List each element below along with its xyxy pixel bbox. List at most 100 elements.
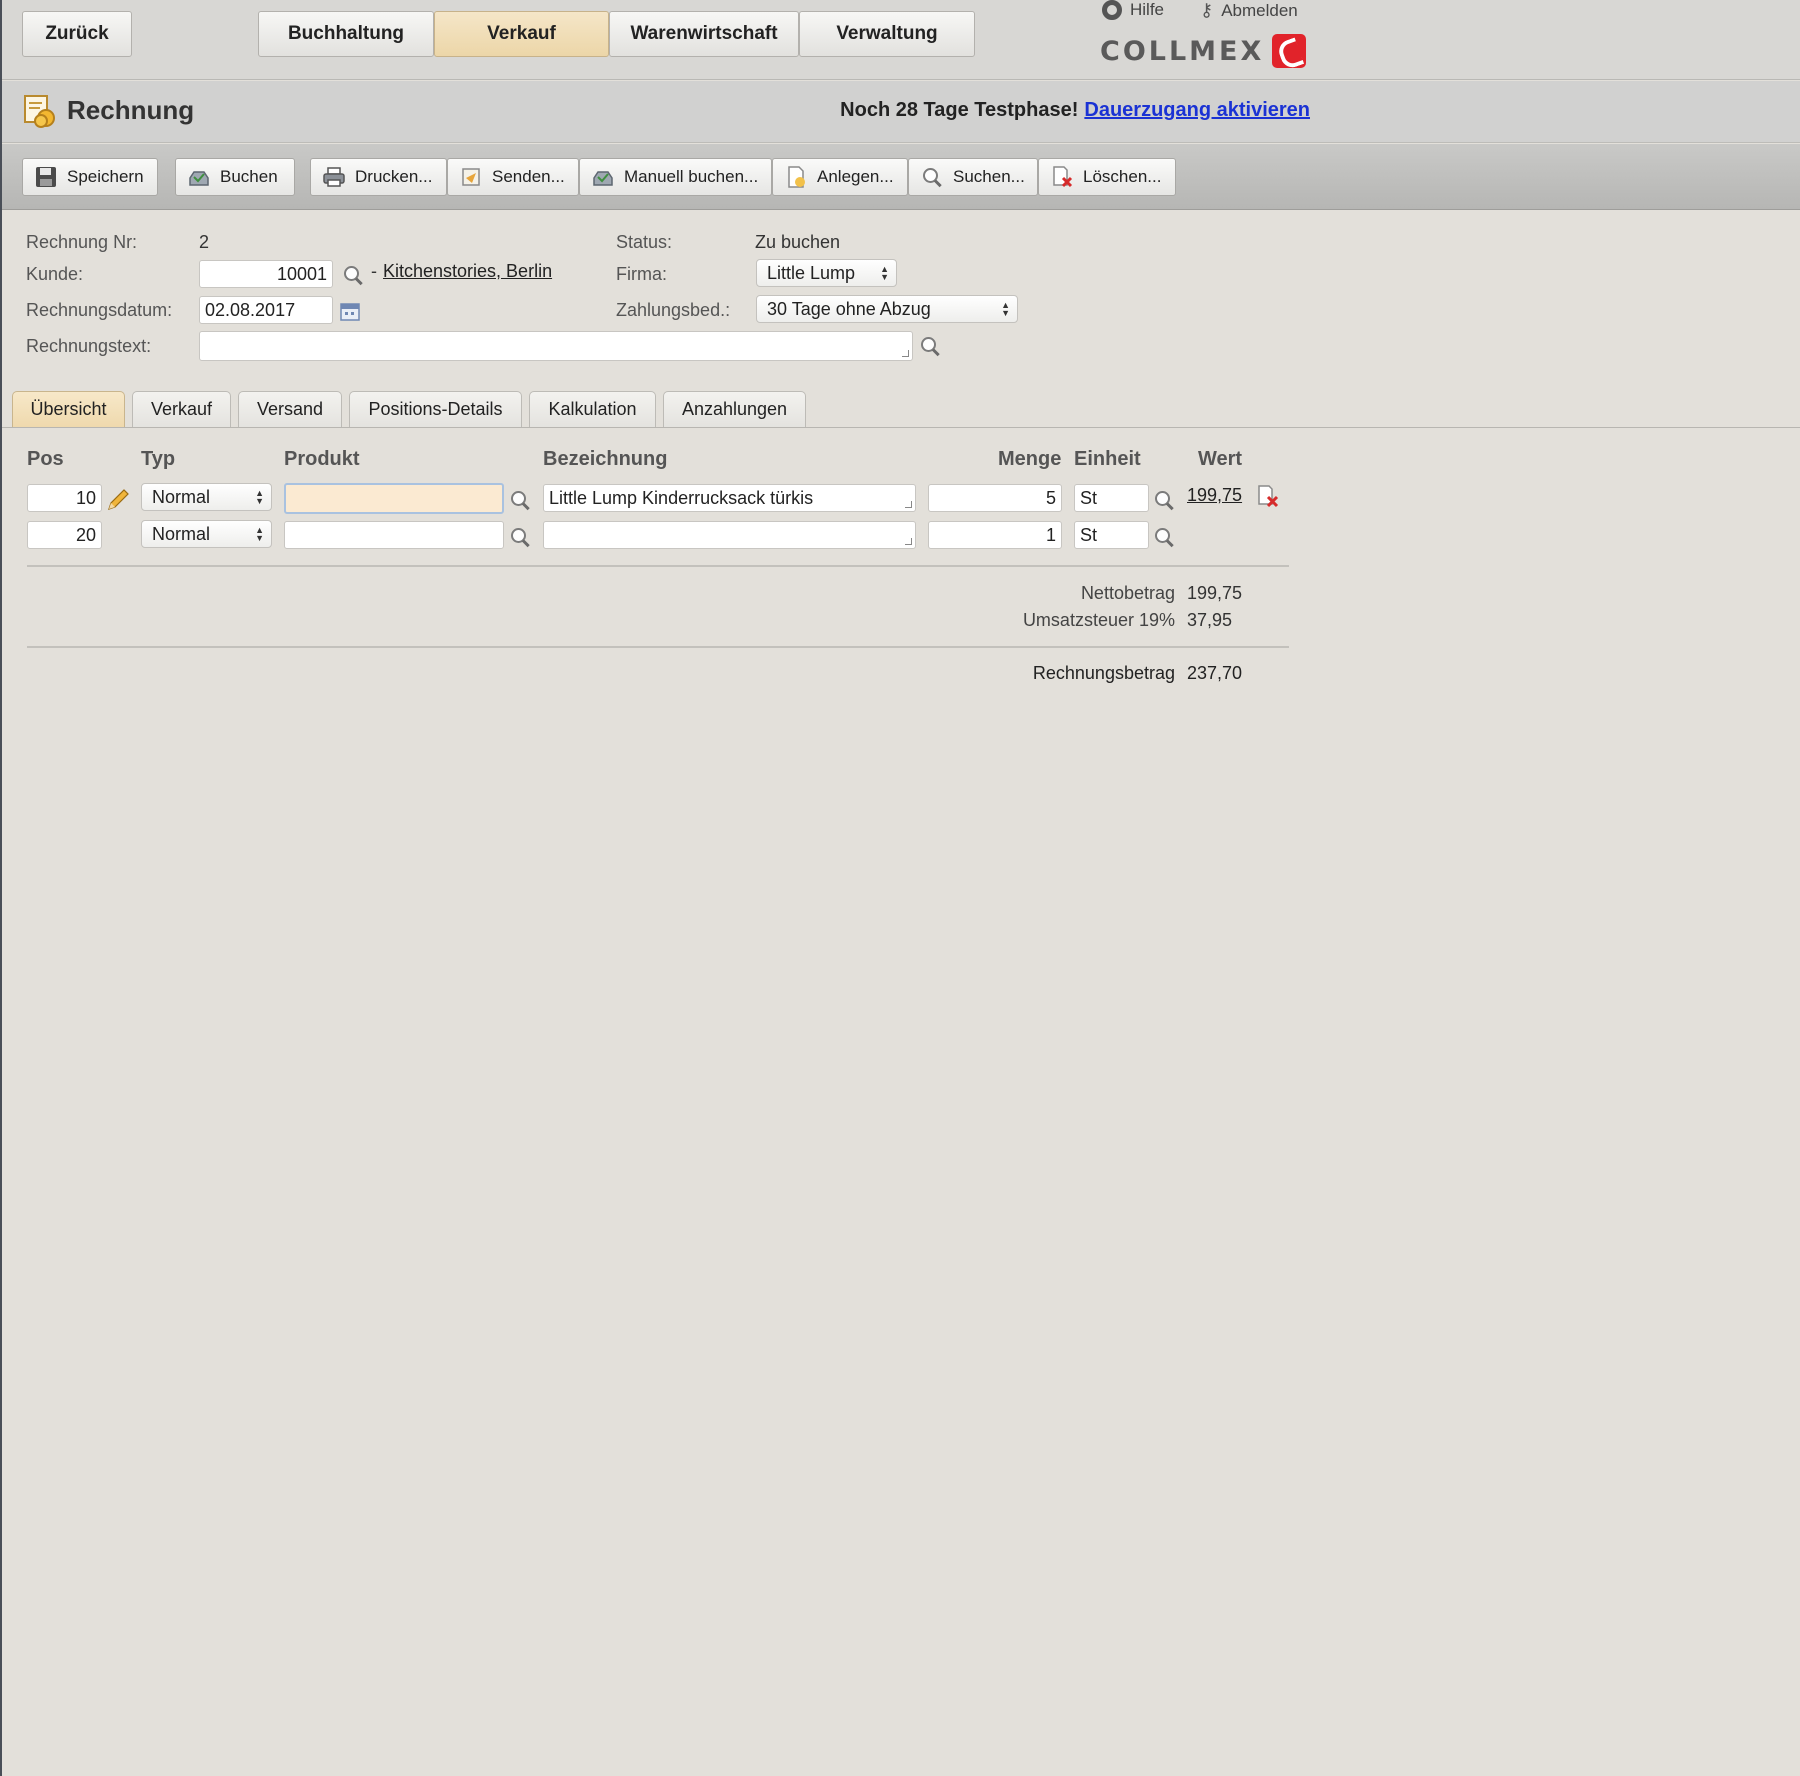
action-toolbar: Speichern Buchen Drucken... Senden... Ma… xyxy=(2,144,1800,210)
tab-kalkulation[interactable]: Kalkulation xyxy=(529,391,656,427)
book-button[interactable]: Buchen xyxy=(175,158,295,196)
manual-book-label: Manuell buchen... xyxy=(624,167,759,186)
row-value-link[interactable]: 199,75 xyxy=(1187,485,1242,506)
tab-anzahlungen[interactable]: Anzahlungen xyxy=(663,391,806,427)
status-label: Status: xyxy=(616,232,673,252)
invoice-text-input[interactable] xyxy=(199,331,913,361)
edit-pencil-icon[interactable] xyxy=(105,487,131,513)
invoice-total-value: 237,70 xyxy=(1187,663,1243,683)
search-icon xyxy=(921,166,943,188)
select-arrows-icon: ▲ ▼ xyxy=(255,525,264,543)
company-label: Firma: xyxy=(616,264,667,284)
print-button[interactable]: Drucken... xyxy=(310,158,447,196)
unit-search-icon[interactable] xyxy=(1153,489,1177,513)
type-select[interactable]: Normal ▲ ▼ xyxy=(141,483,272,511)
description-input[interactable]: Little Lump Kinderrucksack türkis xyxy=(543,484,916,512)
delete-label: Löschen... xyxy=(1083,167,1162,186)
quantity-input[interactable]: 1 xyxy=(928,521,1062,549)
type-select-value: Normal xyxy=(152,524,211,544)
collmex-logo: COLLMEX xyxy=(1100,32,1310,70)
position-input[interactable]: 20 xyxy=(27,521,102,549)
create-button[interactable]: Anlegen... xyxy=(772,158,908,196)
payment-terms-label: Zahlungsbed.: xyxy=(616,300,731,320)
print-label: Drucken... xyxy=(355,167,433,186)
back-button[interactable]: Zurück xyxy=(22,11,132,57)
invoice-text-label: Rechnungstext: xyxy=(26,336,152,356)
search-button[interactable]: Suchen... xyxy=(908,158,1038,196)
product-search-icon[interactable] xyxy=(509,526,533,550)
top-navigation-bar: Zurück Buchhaltung Verkauf Warenwirtscha… xyxy=(2,0,1800,80)
column-header-type: Typ xyxy=(141,448,176,470)
company-select-value: Little Lump xyxy=(767,263,856,283)
logout-label: Abmelden xyxy=(1221,0,1298,20)
net-amount-value: 199,75 xyxy=(1187,583,1243,603)
column-header-pos: Pos xyxy=(27,448,64,470)
divider xyxy=(27,565,1289,567)
type-select[interactable]: Normal ▲ ▼ xyxy=(141,520,272,548)
type-select-value: Normal xyxy=(152,487,211,507)
title-bar: Rechnung Noch 28 Tage Testphase! Dauerzug… xyxy=(2,81,1800,143)
invoice-date-input[interactable]: 02.08.2017 xyxy=(199,296,333,324)
quantity-input[interactable]: 5 xyxy=(928,484,1062,512)
payment-terms-select[interactable]: 30 Tage ohne Abzug ▲ ▼ xyxy=(756,295,1018,323)
select-arrows-icon: ▲ ▼ xyxy=(1001,300,1010,318)
net-amount-label: Nettobetrag xyxy=(1080,583,1175,603)
description-input[interactable] xyxy=(543,521,916,549)
customer-separator: - xyxy=(371,261,377,281)
send-button[interactable]: Senden... xyxy=(447,158,579,196)
description-value: Little Lump Kinderrucksack türkis xyxy=(549,488,814,508)
column-header-description: Bezeichnung xyxy=(543,448,668,470)
send-label: Senden... xyxy=(492,167,565,186)
activate-license-link[interactable]: Dauerzugang aktivieren xyxy=(1084,99,1310,121)
invoice-text-search-icon[interactable] xyxy=(919,335,943,359)
customer-search-icon[interactable] xyxy=(342,264,366,288)
position-input[interactable]: 10 xyxy=(27,484,102,512)
manual-book-button[interactable]: Manuell buchen... xyxy=(579,158,772,196)
product-input[interactable] xyxy=(284,521,504,549)
book-label: Buchen xyxy=(220,167,278,186)
page-title: Rechnung xyxy=(67,95,195,125)
product-input[interactable] xyxy=(284,483,504,514)
column-header-unit: Einheit xyxy=(1074,448,1141,470)
search-label: Suchen... xyxy=(953,167,1025,186)
column-header-product: Produkt xyxy=(284,448,360,470)
logout-link[interactable]: ⚷ Abmelden xyxy=(1200,0,1298,21)
company-select[interactable]: Little Lump ▲ ▼ xyxy=(756,259,897,287)
unit-input[interactable]: St xyxy=(1074,484,1149,512)
unit-input[interactable]: St xyxy=(1074,521,1149,549)
nav-tab-verkauf[interactable]: Verkauf xyxy=(434,11,609,57)
calendar-icon[interactable] xyxy=(339,300,361,322)
divider xyxy=(27,646,1289,648)
tab-divider xyxy=(2,427,1800,428)
save-button[interactable]: Speichern xyxy=(22,158,158,196)
manual-book-icon xyxy=(593,171,613,186)
logo-mark-icon xyxy=(1272,34,1307,68)
nav-tab-buchhaltung[interactable]: Buchhaltung xyxy=(258,11,434,57)
tab-verkauf[interactable]: Verkauf xyxy=(132,391,231,427)
delete-row-icon[interactable] xyxy=(1256,485,1280,509)
column-header-value: Wert xyxy=(1198,448,1243,470)
customer-label: Kunde: xyxy=(26,264,84,284)
nav-tab-warenwirtschaft[interactable]: Warenwirtschaft xyxy=(609,11,799,57)
product-search-icon[interactable] xyxy=(509,489,533,513)
tab-positions-details[interactable]: Positions-Details xyxy=(349,391,522,427)
help-link[interactable]: Hilfe xyxy=(1102,0,1164,20)
logo-text: COLLMEX xyxy=(1100,35,1265,67)
invoice-date-label: Rechnungsdatum: xyxy=(26,300,173,320)
unit-search-icon[interactable] xyxy=(1153,526,1177,550)
nav-tab-verwaltung[interactable]: Verwaltung xyxy=(799,11,975,57)
customer-name-link[interactable]: Kitchenstories, Berlin xyxy=(383,261,552,282)
payment-terms-value: 30 Tage ohne Abzug xyxy=(767,299,931,319)
delete-button[interactable]: Löschen... xyxy=(1038,158,1176,196)
vat-label: Umsatzsteuer 19% xyxy=(1022,610,1175,630)
tab-versand[interactable]: Versand xyxy=(238,391,342,427)
customer-number-input[interactable]: 10001 xyxy=(199,260,333,288)
column-header-quantity: Menge xyxy=(998,448,1062,470)
save-label: Speichern xyxy=(67,167,144,186)
status-value: Zu buchen xyxy=(755,232,841,252)
help-label: Hilfe xyxy=(1130,0,1165,19)
book-tray-icon xyxy=(189,171,209,186)
key-icon: ⚷ xyxy=(1200,0,1214,20)
tab-uebersicht[interactable]: Übersicht xyxy=(12,391,125,427)
create-label: Anlegen... xyxy=(817,167,894,186)
